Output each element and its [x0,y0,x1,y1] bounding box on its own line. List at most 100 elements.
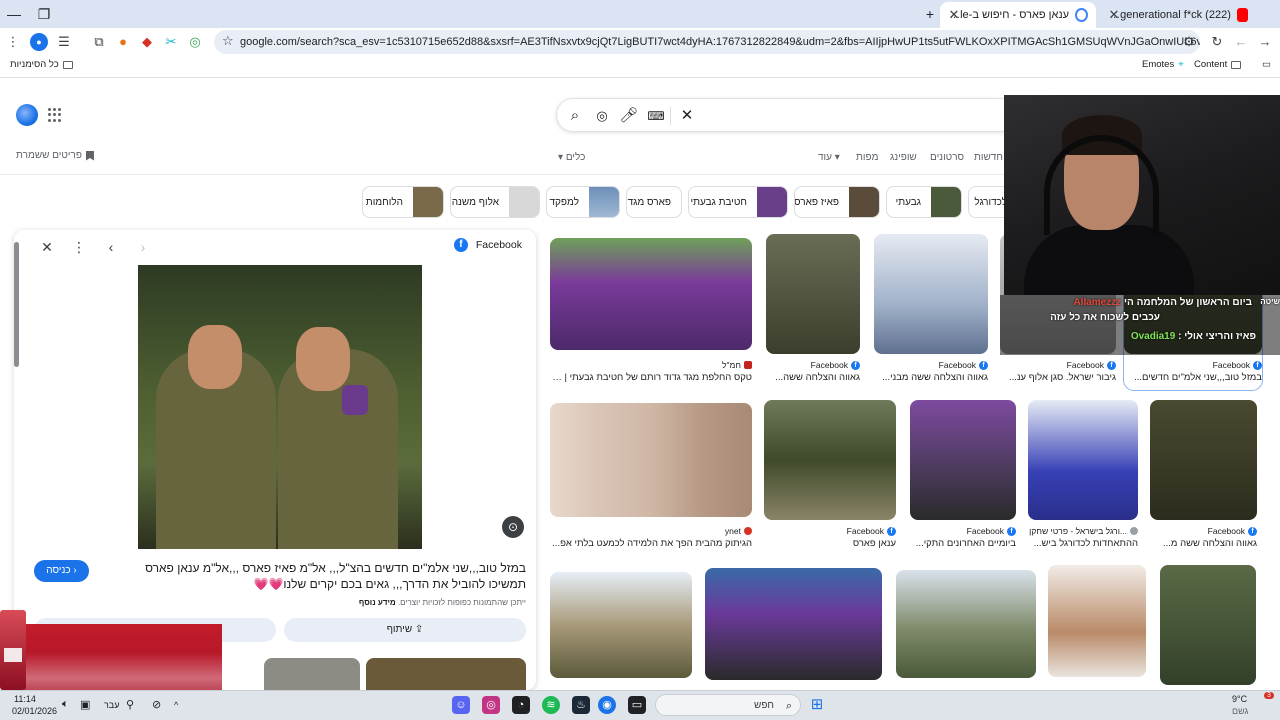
clock-date[interactable]: 02/01/2026 [12,706,57,716]
instagram-icon[interactable]: ◎ [482,696,500,714]
result-card[interactable]: f Facebook גאווה והצלחה ששה... [766,234,860,390]
forward-icon[interactable]: ← [1232,33,1250,51]
result-card[interactable]: f Facebook גאווה והצלחה ששה מ... [1150,400,1257,550]
next-image-icon[interactable]: › [134,238,152,256]
translate-icon[interactable]: ✂ [162,33,180,51]
result-image [764,400,896,520]
result-image [1048,565,1146,677]
tab-youtube[interactable]: (222) This is a generational f*ck ✕ [1100,2,1256,28]
clock-time[interactable]: 11:14 [14,694,36,704]
close-preview-icon[interactable]: ✕ [38,238,56,256]
steam-icon[interactable]: ♨ [572,696,590,714]
microphone-icon[interactable]: 🎤︎ [619,106,639,126]
tab-google-search[interactable]: ענאן פארס - חיפוש ב-Google ✕ [940,2,1096,28]
search-icon[interactable]: ⌕ [565,106,585,126]
task-view-icon[interactable]: ▭ [628,696,646,714]
bookmarks-overflow-icon[interactable]: ▭ [1262,59,1271,70]
reload-icon[interactable]: ↻ [1208,33,1226,51]
chip-fighters[interactable]: הלוחמות [362,186,444,218]
result-card[interactable]: f Facebook גאווה והצלחה ששה מבני... [874,234,988,390]
share-button[interactable]: ⇪ שיתוף [284,618,526,642]
visit-button[interactable]: ‹ כניסה [34,560,89,582]
nav-shopping[interactable]: שופינג [890,152,917,163]
display-icon[interactable]: ▣ [80,698,90,711]
microphone-tray-icon[interactable]: ⚲ [126,698,134,711]
result-card[interactable] [1160,565,1256,685]
menu-dots-icon[interactable]: ⋮ [4,33,22,51]
nav-tools[interactable]: ▾ כלים [558,152,585,163]
weather-temp[interactable]: 9°C [1232,694,1247,704]
extension-icon[interactable]: ◆ [138,33,156,51]
new-tab-button[interactable]: + [920,4,940,24]
language-indicator[interactable]: עבר [104,700,119,710]
clear-search-icon[interactable]: ✕ [677,106,697,126]
extension-icon[interactable]: ● [114,33,132,51]
preview-image[interactable] [138,265,422,549]
nav-maps[interactable]: מפות [856,152,878,163]
keyboard-icon[interactable]: ⌨ [646,106,666,126]
more-options-icon[interactable]: ⋮ [70,238,88,256]
result-card[interactable]: ynet הגיתוק מהבית הפך את הלמידה לכמעט בל… [550,403,752,550]
result-caption: במזל טוב,,,שני אלמ"ים חדשים... [1134,372,1262,383]
tray-overflow-icon[interactable]: ^ [174,700,178,710]
site-settings-icon[interactable]: ⚙ [1180,33,1198,51]
result-card[interactable]: ...ורגל בישראל - פרטי שחקן ההתאחדות לכדו… [1028,400,1138,550]
grammarly-icon[interactable]: ◎ [186,33,204,51]
minimize-button[interactable]: — [4,4,24,24]
nav-videos[interactable]: סרטונים [930,152,964,163]
chrome-icon[interactable]: ◉ [598,696,616,714]
tab-title: (222) This is a generational f*ck [1108,9,1231,21]
chip-fares-magad[interactable]: פארס מגד [626,186,682,218]
preview-scrollbar[interactable] [14,242,19,367]
result-source-label: ynet [724,526,741,536]
chip-commander[interactable]: למפקד [546,186,620,218]
profile-icon[interactable]: ● [30,33,48,51]
lens-search-icon[interactable]: ⊙ [502,516,524,538]
nav-news[interactable]: חדשות [974,152,1003,163]
facebook-icon: f [1248,526,1257,536]
chip-label: חטיבת גבעתי [690,196,747,208]
chip-givati[interactable]: גבעתי [886,186,962,218]
obs-icon[interactable]: ◔ [512,696,530,714]
google-apps-icon[interactable] [48,108,62,122]
result-card[interactable] [705,568,882,680]
result-card[interactable]: חמ"ל טקס החלפת מגד גדוד רותם של חטיבת גב… [550,238,752,388]
result-card[interactable] [1048,565,1146,677]
result-card[interactable]: f Facebook ביומיים האחרונים התקי... [910,400,1016,550]
related-thumbnail[interactable] [366,658,526,690]
saved-items-link[interactable]: פריטים ששמרת [16,150,94,161]
learn-more-link[interactable]: מידע נוסף [359,598,396,607]
all-bookmarks-folder[interactable]: כל הסימניות [10,59,73,70]
network-icon[interactable]: ⊘ [152,698,161,711]
facebook-icon: f [1253,360,1262,370]
facebook-icon: f [979,360,988,370]
restore-button[interactable]: ❐ [34,4,54,24]
chip-faiz-fares[interactable]: פאיז פארס [794,186,880,218]
discord-icon[interactable]: ☺ [452,696,470,714]
preview-source[interactable]: f Facebook [453,238,522,252]
account-avatar[interactable] [16,104,38,126]
result-card[interactable]: f Facebook ענאן פארס [764,400,896,550]
start-icon[interactable]: ⊞ [808,696,826,714]
chip-colonel[interactable]: אלוף משנה [450,186,540,218]
spotify-icon[interactable]: ≋ [542,696,560,714]
previous-image-icon[interactable]: ‹ [102,238,120,256]
address-bar[interactable]: google.com/search?sca_esv=1c5310715e652d… [214,30,1200,54]
close-tab-icon[interactable]: ✕ [1106,7,1122,23]
volume-icon[interactable]: 🔈︎ [62,698,69,711]
result-card[interactable] [550,572,692,678]
close-tab-icon[interactable]: ✕ [946,7,962,23]
reading-list-icon[interactable]: ☰ [55,33,73,51]
extensions-icon[interactable]: ⧉ [90,33,108,51]
bookmark-emotes[interactable]: Emotes ⌖ [1142,59,1184,70]
google-lens-icon[interactable]: ◎ [592,106,612,126]
webcam-overlay [1004,95,1280,295]
back-icon[interactable]: → [1256,33,1274,51]
nav-more[interactable]: עוד ▾ [818,152,840,163]
chip-givati-brigade[interactable]: חטיבת גבעתי [688,186,788,218]
result-card[interactable] [896,570,1036,678]
bookmark-star-icon[interactable]: ☆ [222,33,234,49]
related-thumbnail[interactable] [264,658,360,690]
bookmark-content[interactable]: Content [1194,59,1242,70]
search-box[interactable]: ⌕ ◎ 🎤︎ ⌨ ✕ [556,98,1016,132]
